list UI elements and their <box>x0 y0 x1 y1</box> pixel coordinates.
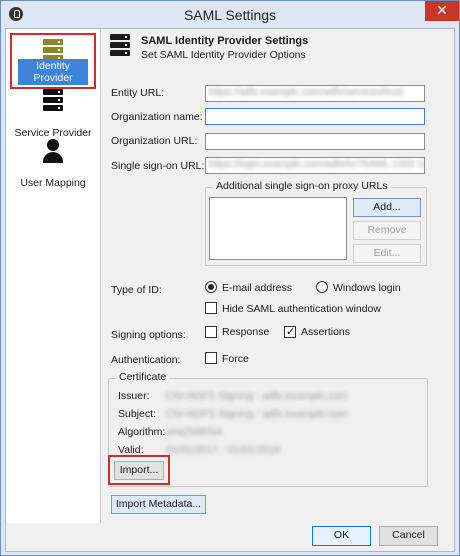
dialog-client: Identity Provider Service Provider User … <box>5 28 455 552</box>
force-label: Force <box>222 353 249 365</box>
response-checkbox[interactable] <box>205 326 217 338</box>
user-icon <box>42 139 64 165</box>
window-title: SAML Settings <box>183 7 277 23</box>
authentication-label: Authentication: <box>111 354 181 366</box>
sso-url-label: Single sign-on URL: <box>111 160 205 172</box>
windows-login-radio-label: Windows login <box>333 282 401 294</box>
page-subtitle: Set SAML Identity Provider Options <box>141 49 306 61</box>
algorithm-value: sha256RSA <box>166 426 223 438</box>
proxy-urls-list[interactable] <box>209 197 347 260</box>
ok-button[interactable]: OK <box>312 526 371 546</box>
sidebar-item-label: User Mapping <box>20 177 86 189</box>
cancel-button[interactable]: Cancel <box>379 526 438 546</box>
org-url-input[interactable] <box>205 133 425 150</box>
entity-url-input[interactable]: https://adfs.example.com/adfs/services/t… <box>205 85 425 102</box>
sidebar-item-identity-provider[interactable]: Identity Provider <box>10 33 96 89</box>
force-checkbox[interactable] <box>205 352 217 364</box>
edit-proxy-button[interactable]: Edit... <box>353 244 421 263</box>
server-icon <box>43 89 63 113</box>
subject-value: CN=ADFS Signing - adfs.example.com <box>166 408 348 420</box>
algorithm-label: Algorithm: <box>118 426 166 438</box>
import-certificate-button[interactable]: Import... <box>114 461 164 480</box>
org-url-label: Organization URL: <box>111 135 198 147</box>
issuer-label: Issuer: <box>118 390 150 402</box>
signing-options-label: Signing options: <box>111 329 186 341</box>
org-name-label: Organization name: <box>111 111 203 123</box>
type-of-id-label: Type of ID: <box>111 284 162 296</box>
proxy-urls-title: Additional single sign-on proxy URLs <box>213 180 391 192</box>
issuer-value: CN=ADFS Signing - adfs.example.com <box>166 390 348 402</box>
dialog-footer: OK Cancel <box>6 523 454 551</box>
server-icon <box>110 34 130 58</box>
close-button[interactable]: ✕ <box>425 1 459 21</box>
response-label: Response <box>222 326 270 338</box>
hide-saml-label: Hide SAML authentication window <box>222 303 381 315</box>
org-name-input[interactable] <box>205 108 425 125</box>
add-proxy-button[interactable]: Add... <box>353 198 421 217</box>
assertions-checkbox[interactable] <box>284 325 296 338</box>
valid-value: 01/01/2017 - 01/01/2018 <box>166 444 281 456</box>
email-radio-label: E-mail address <box>222 282 293 294</box>
sso-url-input[interactable]: https://login.example.com/adfs/ls/?SAML … <box>205 157 425 174</box>
sidebar-item-service-provider[interactable]: Service Provider <box>10 85 96 141</box>
saml-settings-window: SAML Settings ✕ Identity Provider Servic… <box>0 0 460 556</box>
title-bar[interactable]: SAML Settings ✕ <box>1 1 459 29</box>
hide-saml-checkbox[interactable] <box>205 302 217 314</box>
sidebar-item-label: Identity Provider <box>18 59 88 85</box>
subject-label: Subject: <box>118 408 156 420</box>
sidebar-item-user-mapping[interactable]: User Mapping <box>10 135 96 191</box>
windows-login-radio[interactable] <box>316 281 328 293</box>
email-radio[interactable] <box>205 281 217 293</box>
assertions-label: Assertions <box>301 326 351 338</box>
sidebar: Identity Provider Service Provider User … <box>6 29 101 523</box>
import-metadata-button[interactable]: Import Metadata... <box>111 495 206 514</box>
certificate-title: Certificate <box>116 371 170 383</box>
remove-proxy-button[interactable]: Remove <box>353 221 421 240</box>
page-title: SAML Identity Provider Settings <box>141 35 309 47</box>
entity-url-label: Entity URL: <box>111 87 165 99</box>
